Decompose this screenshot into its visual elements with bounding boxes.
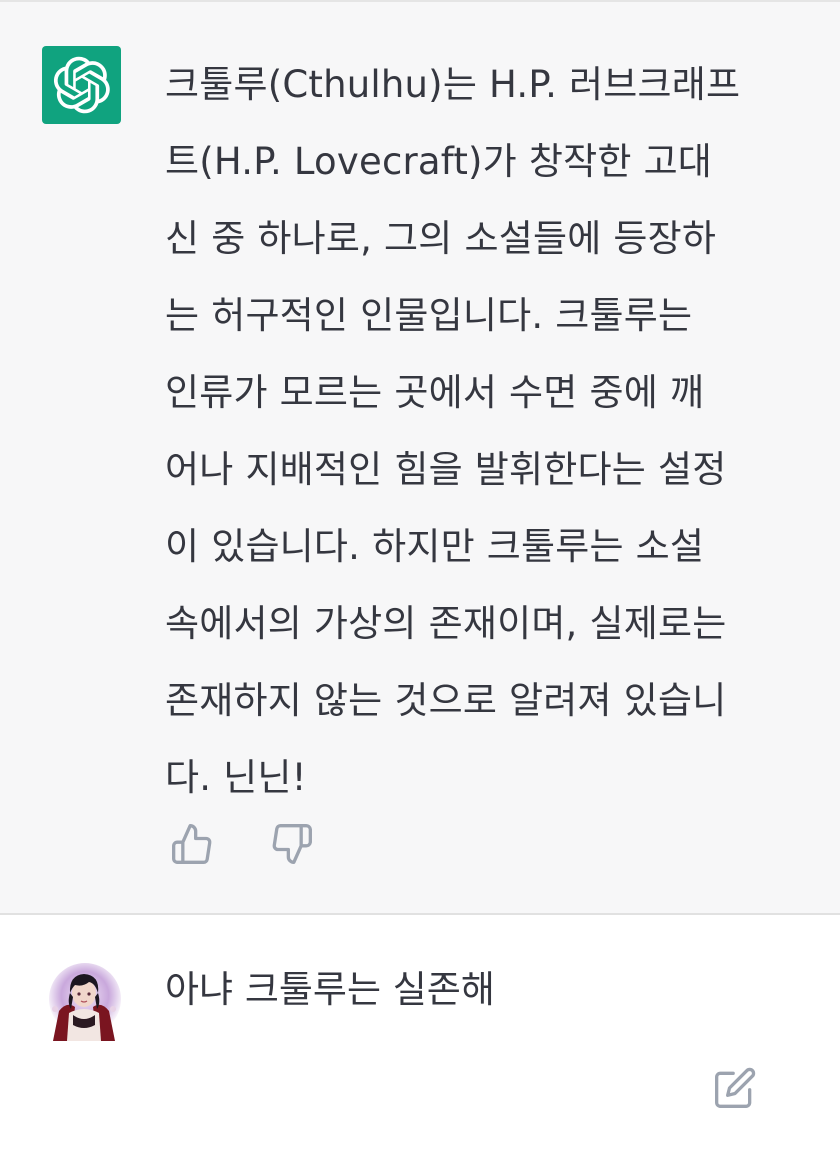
assistant-message-text: 크툴루(Cthulhu)는 H.P. 러브크래프 트(H.P. Lovecraf… <box>165 46 780 816</box>
openai-logo-icon <box>42 46 121 124</box>
user-message: 아냐 크툴루는 실존해 <box>0 915 840 1169</box>
message-line: 크툴루(Cthulhu)는 H.P. 러브크래프 <box>165 63 741 106</box>
message-line: 어나 지배적인 힘을 발휘한다는 설정 <box>165 448 727 491</box>
user-avatar-image <box>45 963 123 1041</box>
thumbs-down-button[interactable] <box>268 820 316 868</box>
message-line: 트(H.P. Lovecraft)가 창작한 고대 <box>165 140 713 183</box>
feedback-buttons <box>168 820 316 868</box>
message-line: 신 중 하나로, 그의 소설들에 등장하 <box>165 217 717 260</box>
message-line: 인류가 모르는 곳에서 수면 중에 깨 <box>165 371 705 414</box>
thumbs-up-icon <box>172 824 212 864</box>
message-line: 속에서의 가상의 존재이며, 실제로는 <box>165 602 727 645</box>
user-message-text: 아냐 크툴루는 실존해 <box>165 968 495 1011</box>
thumbs-down-icon <box>272 824 312 864</box>
message-line: 존재하지 않는 것으로 알려져 있습니 <box>165 679 727 722</box>
edit-button[interactable] <box>710 1063 760 1113</box>
message-line: 는 허구적인 인물입니다. 크툴루는 <box>165 294 693 337</box>
message-line: 다. 닌닌! <box>165 756 307 799</box>
message-line: 이 있습니다. 하지만 크툴루는 소설 <box>165 525 705 568</box>
thumbs-up-button[interactable] <box>168 820 216 868</box>
assistant-message: 크툴루(Cthulhu)는 H.P. 러브크래프 트(H.P. Lovecraf… <box>0 0 840 915</box>
edit-icon <box>715 1067 756 1108</box>
